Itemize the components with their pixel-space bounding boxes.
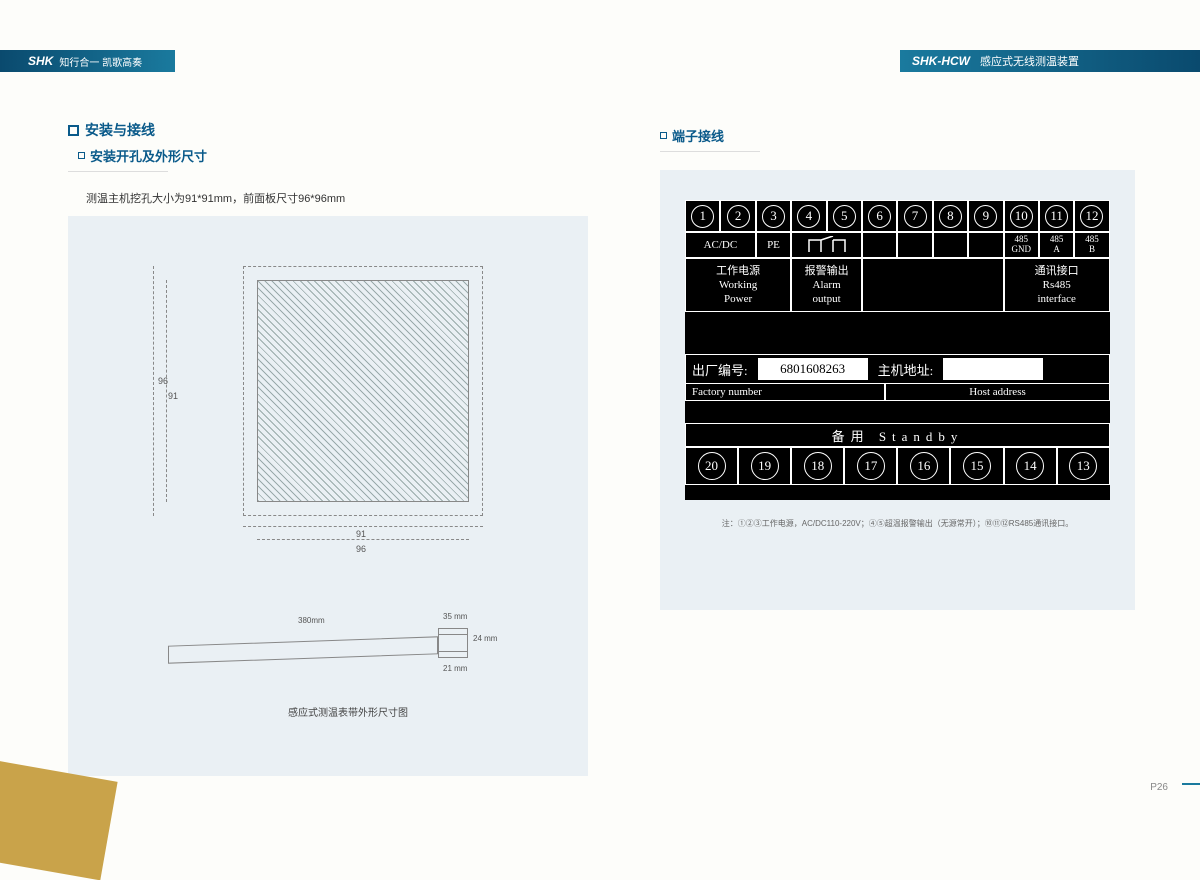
cell-alarm-symbol <box>791 232 862 258</box>
terminal-label-row: AC/DC PE 485 GND 485 A 485 B <box>685 232 1110 258</box>
terminal-20: 20 <box>685 447 738 485</box>
dim-v-leader-2 <box>166 280 167 502</box>
strap-caption: 感应式测温表带外形尺寸图 <box>288 704 408 719</box>
cell-blank-8 <box>933 232 968 258</box>
terminal-4: 4 <box>791 200 826 232</box>
terminal-13: 13 <box>1057 447 1110 485</box>
terminal-10: 10 <box>1004 200 1039 232</box>
accent-bar-right <box>1182 783 1200 785</box>
terminal-1: 1 <box>685 200 720 232</box>
inner-frame <box>257 280 469 502</box>
terminal-15: 15 <box>950 447 1003 485</box>
brand-logo: SHK <box>28 54 53 68</box>
square-bullet-icon <box>68 125 79 136</box>
factory-en: Factory number <box>685 384 885 401</box>
body-text: 测温主机挖孔大小为91*91mm，前面板尺寸96*96mm <box>86 190 588 206</box>
section-title: 安装与接线 <box>68 120 588 140</box>
sub-title-left: 安装开孔及外形尺寸 <box>78 146 588 165</box>
factory-number: 6801608263 <box>758 358 868 380</box>
cell-pe: PE <box>756 232 791 258</box>
spacer-2 <box>685 401 1110 423</box>
dim-91-h: 91 <box>356 529 366 539</box>
cell-485gnd: 485 GND <box>1004 232 1039 258</box>
dim-96-h: 96 <box>356 544 366 554</box>
terminal-8: 8 <box>933 200 968 232</box>
strap-21: 21 mm <box>443 664 467 673</box>
terminal-bottom-row: 20 19 18 17 16 15 14 13 <box>685 447 1110 485</box>
factory-en-row: Factory number Host address <box>685 384 1110 401</box>
terminal-top-row: 1 2 3 4 5 6 7 8 9 10 11 12 <box>685 200 1110 232</box>
product-name: 感应式无线测温装置 <box>980 53 1079 69</box>
strap-drawing: 380mm 35 mm 24 mm 21 mm <box>168 616 498 686</box>
cell-blank-9 <box>968 232 1003 258</box>
terminal-6: 6 <box>862 200 897 232</box>
left-page: 安装与接线 安装开孔及外形尺寸 测温主机挖孔大小为91*91mm，前面板尺寸96… <box>68 120 588 776</box>
strap-sensor-inner <box>438 634 468 652</box>
right-page: 端子接线 1 2 3 4 5 6 7 8 9 10 11 12 AC/DC <box>660 120 1135 610</box>
host-address-box <box>943 358 1043 380</box>
terminal-note: 注：①②③工作电源，AC/DC110-220V；④⑤超温报警输出（无源常开）；⑩… <box>685 518 1110 529</box>
page-number-right: P26 <box>1150 782 1168 793</box>
divider <box>68 171 168 172</box>
desc-alarm: 报警输出 Alarm output <box>791 258 862 312</box>
host-label: 主机地址: <box>872 360 940 379</box>
brand-slogan: 知行合一 凯歌高奏 <box>59 54 142 69</box>
sub-title-right: 端子接线 <box>660 126 1135 145</box>
cell-acdc: AC/DC <box>685 232 756 258</box>
strap-24: 24 mm <box>473 634 497 643</box>
alarm-relay-icon <box>807 236 847 254</box>
factory-label: 出厂编号: <box>686 360 754 379</box>
terminal-11: 11 <box>1039 200 1074 232</box>
strap-35: 35 mm <box>443 612 467 621</box>
terminal-9: 9 <box>968 200 1003 232</box>
desc-comm: 通讯接口 Rs485 interface <box>1004 258 1110 312</box>
terminal-5: 5 <box>827 200 862 232</box>
strap-380: 380mm <box>298 616 325 625</box>
standby-row: 备用 Standby <box>685 423 1110 447</box>
terminal-12: 12 <box>1074 200 1109 232</box>
dim-91-v: 91 <box>168 391 178 401</box>
dim-h-leader <box>243 526 483 527</box>
terminal-19: 19 <box>738 447 791 485</box>
divider-right <box>660 151 760 152</box>
dim-v-leader <box>153 266 154 516</box>
model-code: SHK-HCW <box>912 54 970 68</box>
header-right: SHK-HCW 感应式无线测温装置 <box>900 50 1200 72</box>
terminal-2: 2 <box>720 200 755 232</box>
spacer <box>685 312 1110 354</box>
diagram-panel-right: 1 2 3 4 5 6 7 8 9 10 11 12 AC/DC PE <box>660 170 1135 610</box>
terminal-3: 3 <box>756 200 791 232</box>
dimension-drawing <box>243 266 483 516</box>
terminal-16: 16 <box>897 447 950 485</box>
terminal-14: 14 <box>1004 447 1057 485</box>
square-bullet-small-icon <box>78 152 85 159</box>
desc-power: 工作电源 Working Power <box>685 258 791 312</box>
diagram-panel-left: 96 91 91 96 380mm 35 mm 24 mm 21 mm 感应式测… <box>68 216 588 776</box>
strap-band <box>168 636 438 663</box>
cell-485a: 485 A <box>1039 232 1074 258</box>
terminal-18: 18 <box>791 447 844 485</box>
dim-h-leader-2 <box>257 539 469 540</box>
terminal-7: 7 <box>897 200 932 232</box>
terminal-block: 1 2 3 4 5 6 7 8 9 10 11 12 AC/DC PE <box>685 200 1110 500</box>
cell-blank-7 <box>897 232 932 258</box>
host-en: Host address <box>885 384 1110 401</box>
cell-blank-6 <box>862 232 897 258</box>
terminal-desc-row: 工作电源 Working Power 报警输出 Alarm output 通讯接… <box>685 258 1110 312</box>
square-bullet-small-icon <box>660 132 667 139</box>
desc-blank <box>862 258 1004 312</box>
header-left: SHK 知行合一 凯歌高奏 <box>0 50 175 72</box>
cell-485b: 485 B <box>1074 232 1109 258</box>
factory-row: 出厂编号: 6801608263 主机地址: <box>685 354 1110 384</box>
terminal-17: 17 <box>844 447 897 485</box>
